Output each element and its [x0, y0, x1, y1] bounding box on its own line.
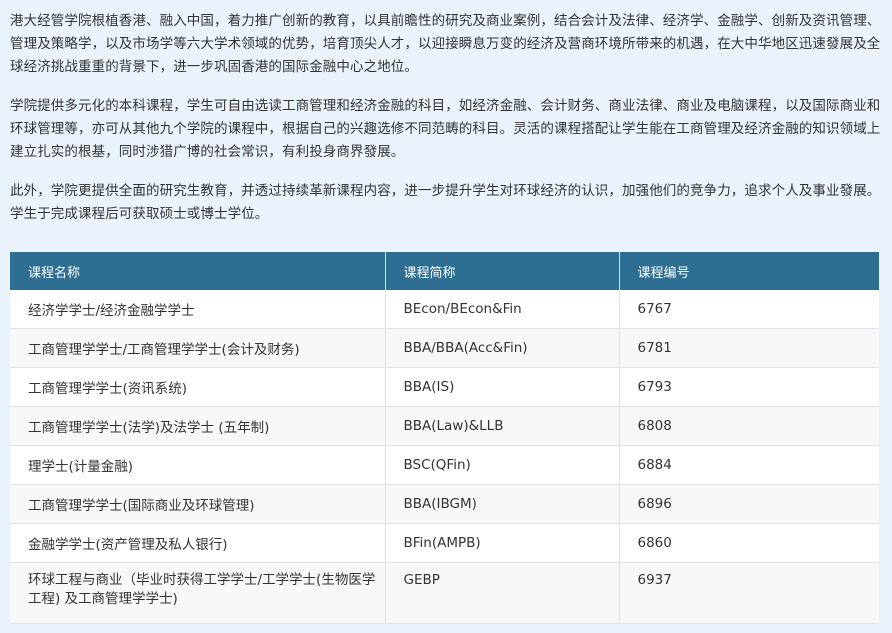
table-row: 经济学学士/经济金融学学士 BEcon/BEcon&Fin 6767 — [10, 290, 879, 329]
course-code-cell: 6808 — [619, 406, 879, 446]
course-code-cell: 6884 — [619, 445, 879, 485]
header-row: 课程名称 课程简称 课程编号 — [10, 252, 879, 290]
course-abbr-cell: BSC(QFin) — [385, 445, 620, 485]
table-row: 环球工程与商业（毕业时获得工学学士/工学学士(生物医学工程) 及工商管理学学士)… — [10, 562, 879, 624]
course-code-cell: 6793 — [619, 367, 879, 407]
table-row: 工商管理学学士/工商管理学学士(会计及财务) BBA/BBA(Acc&Fin) … — [10, 328, 879, 368]
table-row: 金融学学士(资产管理及私人银行) BFin(AMPB) 6860 — [10, 523, 879, 563]
course-abbr-cell: BEcon/BEcon&Fin — [385, 290, 620, 329]
course-abbr-cell: BBA(Law)&LLB — [385, 406, 620, 446]
column-header-course-name: 课程名称 — [10, 252, 386, 290]
table-row: 理学士(计量金融) BSC(QFin) 6884 — [10, 445, 879, 485]
course-name-cell: 经济学学士/经济金融学学士 — [10, 290, 386, 329]
intro-paragraph: 港大经管学院根植香港、融入中国，着力推广创新的教育，以具前瞻性的研究及商业案例，… — [10, 13, 881, 75]
intro-text: 港大经管学院根植香港、融入中国，着力推广创新的教育，以具前瞻性的研究及商业案例，… — [10, 10, 882, 226]
course-abbr-cell: BBA(IS) — [385, 367, 620, 407]
course-name-cell: 金融学学士(资产管理及私人银行) — [10, 523, 386, 563]
course-abbr-cell: GEBP — [385, 562, 620, 624]
course-abbr-cell: BBA(IBGM) — [385, 484, 620, 524]
course-name-cell: 环球工程与商业（毕业时获得工学学士/工学学士(生物医学工程) 及工商管理学学士) — [10, 562, 386, 624]
course-name-cell: 工商管理学学士(国际商业及环球管理) — [10, 484, 386, 524]
table-row: 工商管理学学士(资讯系统) BBA(IS) 6793 — [10, 367, 879, 407]
course-abbr-cell: BFin(AMPB) — [385, 523, 620, 563]
course-table: 课程名称 课程简称 课程编号 经济学学士/经济金融学学士 BEcon/BEcon… — [10, 252, 879, 624]
course-name-cell: 工商管理学学士(资讯系统) — [10, 367, 386, 407]
course-code-cell: 6937 — [619, 562, 879, 624]
course-abbr-cell: BBA/BBA(Acc&Fin) — [385, 328, 620, 368]
course-name-cell: 工商管理学学士(法学)及法学士 (五年制) — [10, 406, 386, 446]
course-code-cell: 6767 — [619, 290, 879, 329]
course-name-cell: 工商管理学学士/工商管理学学士(会计及财务) — [10, 328, 386, 368]
column-header-course-code: 课程编号 — [619, 252, 879, 290]
postgrad-paragraph: 此外，学院更提供全面的研究生教育，并透过持续革新课程内容，进一步提升学生对环球经… — [10, 183, 881, 222]
course-code-cell: 6896 — [619, 484, 879, 524]
undergrad-paragraph: 学院提供多元化的本科课程，学生可自由选读工商管理和经济金融的科目，如经济金融、会… — [10, 98, 881, 160]
table-row: 工商管理学学士(法学)及法学士 (五年制) BBA(Law)&LLB 6808 — [10, 406, 879, 446]
course-code-cell: 6781 — [619, 328, 879, 368]
course-table-body: 经济学学士/经济金融学学士 BEcon/BEcon&Fin 6767 工商管理学… — [10, 290, 879, 624]
course-code-cell: 6860 — [619, 523, 879, 563]
course-table-header: 课程名称 课程简称 课程编号 — [10, 252, 879, 290]
table-row: 工商管理学学士(国际商业及环球管理) BBA(IBGM) 6896 — [10, 484, 879, 524]
column-header-course-abbr: 课程简称 — [385, 252, 620, 290]
course-name-cell: 理学士(计量金融) — [10, 445, 386, 485]
